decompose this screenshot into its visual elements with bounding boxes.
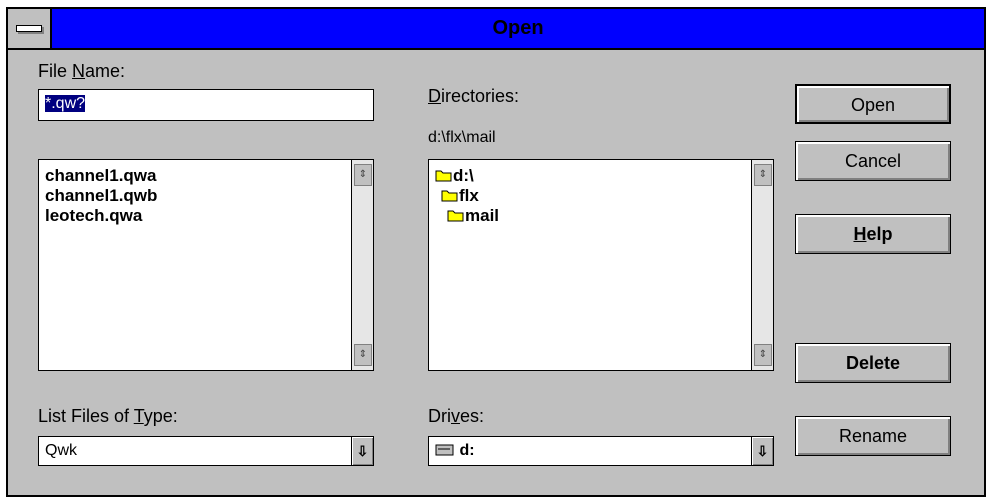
- file-name-label: File Name:: [38, 61, 126, 81]
- scroll-up-icon[interactable]: ⇕: [354, 164, 372, 186]
- open-button[interactable]: Open: [795, 84, 951, 124]
- help-button[interactable]: Help: [795, 214, 951, 254]
- cancel-button[interactable]: Cancel: [795, 141, 951, 181]
- system-menu-button[interactable]: [8, 9, 52, 48]
- scroll-up-icon[interactable]: ⇕: [754, 164, 772, 186]
- drive-icon: [435, 444, 454, 456]
- dropdown-arrow-icon[interactable]: ⇩: [751, 437, 773, 465]
- dropdown-arrow-icon[interactable]: ⇩: [351, 437, 373, 465]
- file-type-label: List Files of Type:: [38, 406, 178, 426]
- background-window-text: [0, 0, 993, 6]
- rename-button[interactable]: Rename: [795, 416, 951, 456]
- file-list-item[interactable]: leotech.qwa: [45, 206, 157, 226]
- file-name-input[interactable]: *.qw?: [38, 89, 374, 121]
- open-dialog: Open File Name: *.qw? channel1.qwa chann…: [6, 7, 986, 497]
- directory-list[interactable]: d:\ flx mail ⇕ ⇕: [428, 159, 774, 371]
- file-list-item[interactable]: channel1.qwa: [45, 166, 157, 186]
- file-list-item[interactable]: channel1.qwb: [45, 186, 157, 206]
- drives-label: Drives:: [428, 406, 485, 426]
- title-bar: Open: [8, 9, 984, 50]
- directory-list-scrollbar[interactable]: ⇕ ⇕: [751, 160, 773, 370]
- directory-item[interactable]: d:\: [435, 166, 499, 186]
- file-list[interactable]: channel1.qwa channel1.qwb leotech.qwa ⇕ …: [38, 159, 374, 371]
- open-folder-icon: [441, 190, 458, 202]
- current-directory-path: d:\flx\mail: [428, 129, 496, 146]
- directory-item[interactable]: mail: [435, 206, 499, 226]
- open-folder-icon: [447, 210, 464, 222]
- directory-item[interactable]: flx: [435, 186, 499, 206]
- system-menu-icon: [16, 25, 42, 32]
- scroll-down-icon[interactable]: ⇕: [754, 344, 772, 366]
- dialog-title: Open: [492, 17, 544, 39]
- directories-label: Directories:: [428, 86, 520, 106]
- delete-button[interactable]: Delete: [795, 343, 951, 383]
- file-list-scrollbar[interactable]: ⇕ ⇕: [351, 160, 373, 370]
- scroll-down-icon[interactable]: ⇕: [354, 344, 372, 366]
- drives-dropdown[interactable]: d: ⇩: [428, 436, 774, 466]
- file-type-dropdown[interactable]: Qwk ⇩: [38, 436, 374, 466]
- open-folder-icon: [435, 170, 452, 182]
